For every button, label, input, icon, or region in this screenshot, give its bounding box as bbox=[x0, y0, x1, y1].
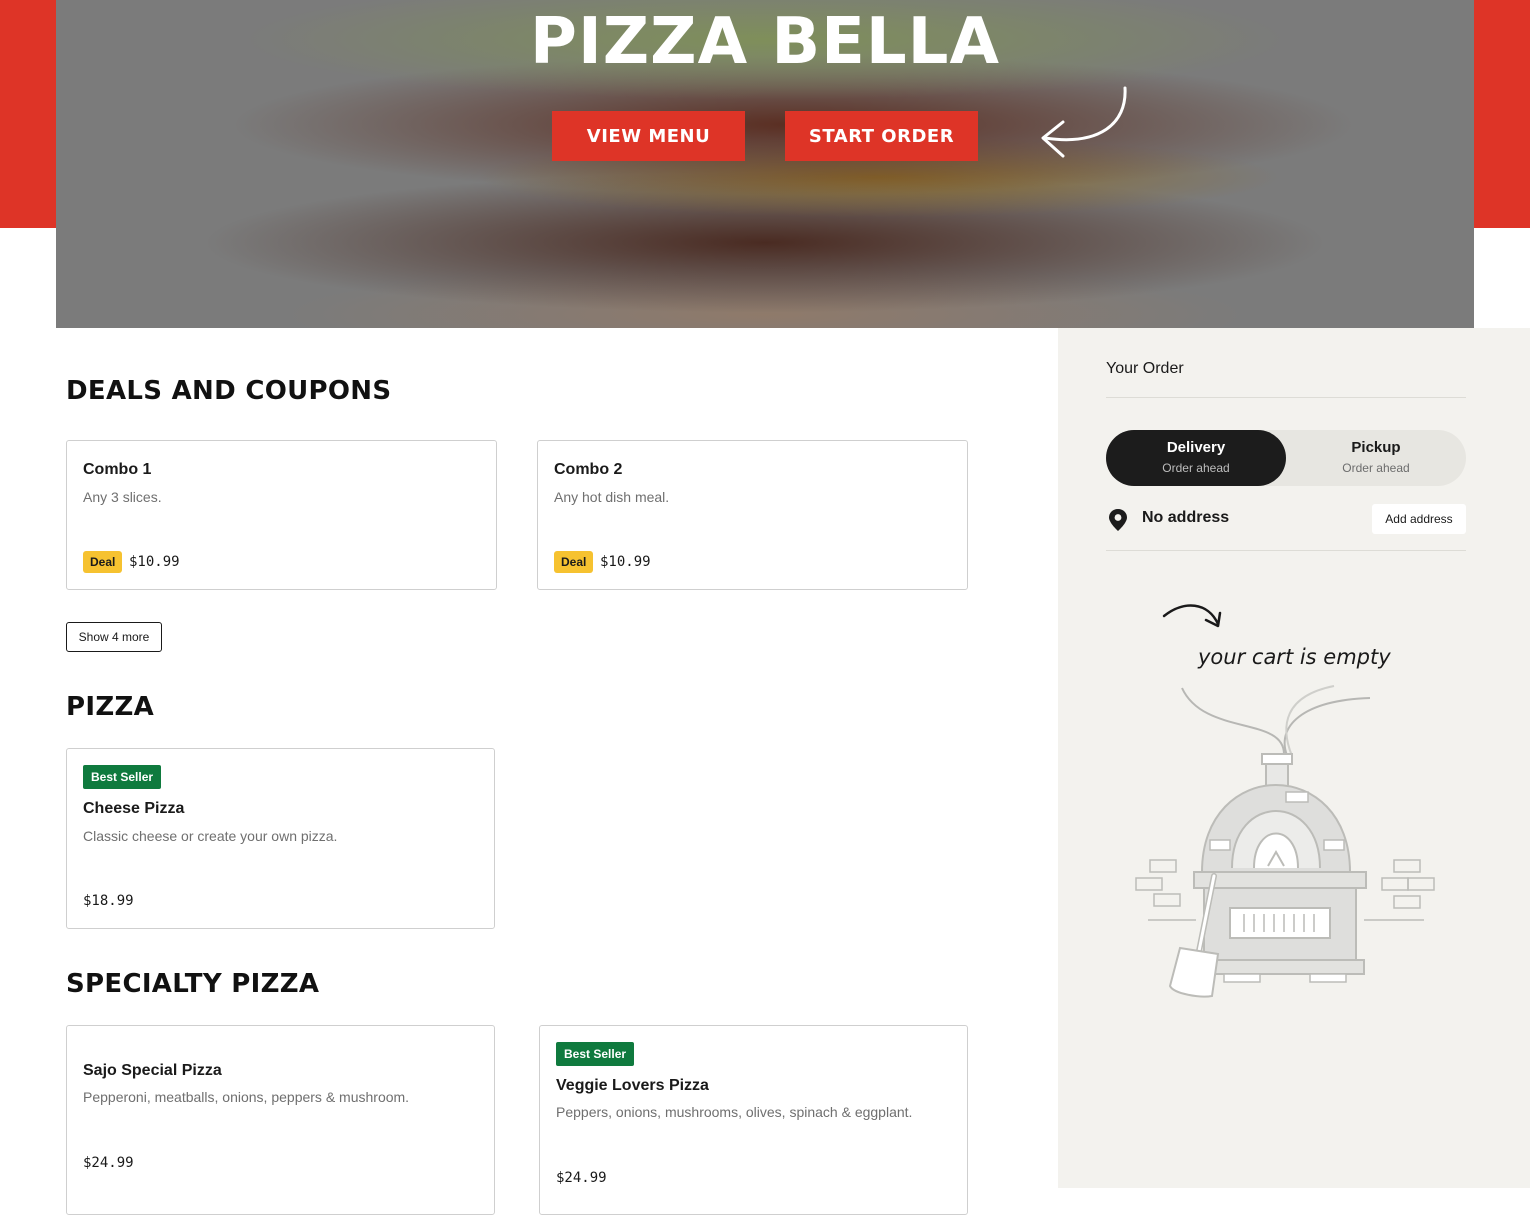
menu-item-description: Pepperoni, meatballs, onions, peppers & … bbox=[83, 1089, 410, 1105]
deal-name: Combo 1 bbox=[83, 461, 152, 478]
empty-cart-oven-illustration: your cart is empty bbox=[1135, 604, 1435, 998]
deal-card[interactable]: Combo 2 Any hot dish meal. Deal $10.99 bbox=[537, 440, 968, 590]
deal-badge: Deal bbox=[83, 551, 123, 573]
menu-item-price: $18.99 bbox=[83, 893, 134, 909]
section-title-deals: DEALS AND COUPONS bbox=[66, 376, 392, 406]
deal-badge: Deal bbox=[554, 551, 594, 573]
start-order-button[interactable]: START ORDER bbox=[785, 111, 978, 161]
pickup-option[interactable]: Pickup Order ahead bbox=[1286, 430, 1466, 486]
menu-item-price: $24.99 bbox=[556, 1170, 607, 1186]
add-address-button[interactable]: Add address bbox=[1372, 504, 1466, 534]
delivery-sublabel: Order ahead bbox=[1162, 461, 1230, 475]
deal-description: Any hot dish meal. bbox=[554, 489, 670, 505]
delivery-label: Delivery bbox=[1166, 439, 1226, 456]
delivery-option[interactable]: Delivery Order ahead bbox=[1106, 430, 1286, 486]
menu-item-price: $24.99 bbox=[83, 1155, 134, 1171]
location-pin-icon bbox=[1109, 509, 1127, 531]
menu-item-card[interactable]: Sajo Special Pizza Pepperoni, meatballs,… bbox=[66, 1025, 495, 1215]
menu-item-name: Veggie Lovers Pizza bbox=[556, 1077, 709, 1094]
best-seller-badge: Best Seller bbox=[83, 765, 162, 789]
hero-banner: PIZZA BELLA VIEW MENU START ORDER bbox=[56, 0, 1474, 328]
deal-card[interactable]: Combo 1 Any 3 slices. Deal $10.99 bbox=[66, 440, 497, 590]
view-menu-button[interactable]: VIEW MENU bbox=[552, 111, 745, 161]
menu-item-card[interactable]: Best Seller Veggie Lovers Pizza Peppers,… bbox=[539, 1025, 968, 1215]
divider bbox=[1106, 550, 1466, 551]
pickup-label: Pickup bbox=[1351, 439, 1401, 456]
show-more-button[interactable]: Show 4 more bbox=[66, 622, 162, 652]
menu-item-description: Classic cheese or create your own pizza. bbox=[83, 828, 338, 844]
section-title-pizza: PIZZA bbox=[66, 692, 155, 722]
menu-item-name: Sajo Special Pizza bbox=[83, 1062, 222, 1079]
menu-item-card[interactable]: Best Seller Cheese Pizza Classic cheese … bbox=[66, 748, 495, 929]
order-title: Your Order bbox=[1106, 360, 1184, 377]
hero-title: PIZZA BELLA bbox=[530, 5, 1000, 79]
best-seller-badge: Best Seller bbox=[556, 1042, 635, 1066]
curved-arrow-icon bbox=[1041, 86, 1127, 158]
divider bbox=[1106, 397, 1466, 398]
deal-price: $10.99 bbox=[600, 554, 651, 570]
deal-price: $10.99 bbox=[129, 554, 180, 570]
section-title-specialty: SPECIALTY PIZZA bbox=[66, 969, 320, 999]
empty-cart-text: your cart is empty bbox=[1197, 645, 1391, 669]
menu-item-name: Cheese Pizza bbox=[83, 800, 185, 817]
address-text: No address bbox=[1142, 509, 1230, 526]
menu-item-description: Peppers, onions, mushrooms, olives, spin… bbox=[556, 1104, 913, 1120]
deal-description: Any 3 slices. bbox=[83, 489, 162, 505]
pickup-sublabel: Order ahead bbox=[1342, 461, 1410, 475]
deal-name: Combo 2 bbox=[554, 461, 623, 478]
order-mode-toggle: Delivery Order ahead Pickup Order ahead bbox=[1106, 430, 1466, 486]
order-sidebar: Your Order Delivery Order ahead Pickup O… bbox=[1058, 328, 1530, 1188]
